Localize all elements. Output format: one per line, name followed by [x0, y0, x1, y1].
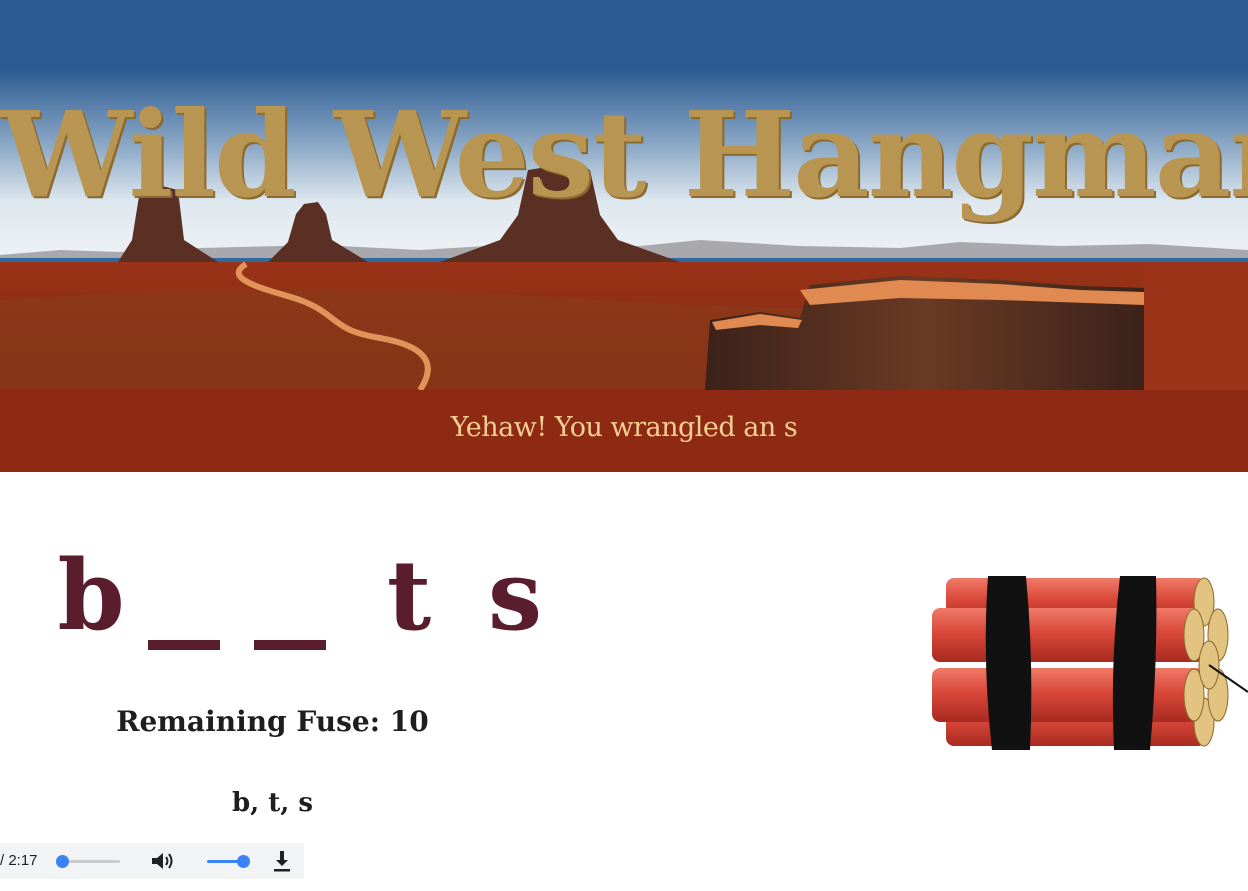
audio-progress-slider[interactable] [56, 855, 120, 868]
audio-player: / 2:17 [0, 843, 304, 879]
puzzle-letter: t [386, 539, 432, 652]
volume-thumb[interactable] [237, 855, 250, 868]
audio-time: / 2:17 [0, 852, 38, 869]
download-icon[interactable] [271, 849, 293, 877]
audio-progress-thumb[interactable] [56, 855, 69, 868]
header-banner: Wild West Hangman [0, 0, 1248, 390]
puzzle-word: b t s [38, 546, 568, 656]
puzzle-blank [144, 546, 250, 656]
guessed-letters: b, t, s [231, 788, 314, 818]
remaining-fuse-label: Remaining Fuse: 10 [116, 705, 429, 738]
game-title: Wild West Hangman [0, 85, 1248, 224]
dynamite-bundle-icon [926, 570, 1248, 758]
status-message: Yehaw! You wrangled an s [450, 412, 798, 443]
status-bar: Yehaw! You wrangled an s [0, 390, 1248, 472]
volume-icon[interactable] [150, 850, 176, 876]
puzzle-letter: b [57, 539, 125, 652]
puzzle-blank [250, 546, 356, 656]
puzzle-letter: s [487, 539, 543, 652]
volume-slider[interactable] [207, 855, 250, 868]
